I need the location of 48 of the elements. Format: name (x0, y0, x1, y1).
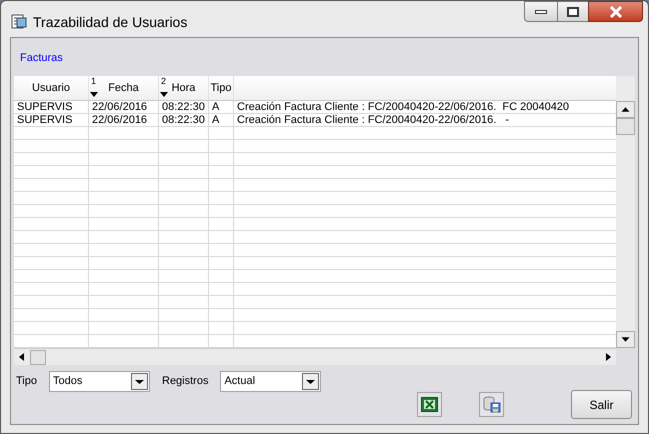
maximize-button[interactable] (558, 1, 588, 22)
dropdown-value: Todos (53, 374, 84, 390)
scroll-thumb[interactable] (616, 118, 635, 135)
sort-order: 2 (161, 77, 166, 86)
database-save-icon (482, 396, 500, 413)
table-cell: 08:22:30 (159, 101, 209, 113)
maximize-icon (567, 6, 579, 16)
table-cell: 08:22:30 (159, 114, 209, 126)
table-cell: 22/06/2016 (89, 114, 159, 126)
dropdown[interactable]: Actual (220, 371, 322, 392)
save-button[interactable] (479, 392, 504, 417)
sort-order: 1 (91, 77, 96, 86)
filter-label: Registros (162, 374, 208, 390)
vertical-scrollbar[interactable] (616, 76, 635, 348)
column-header[interactable]: Tipo (209, 76, 234, 100)
table-cell-text: Creación Factura Cliente : FC/20040420-22/06/2016. - (236, 114, 510, 126)
column-label: Tipo (210, 80, 232, 96)
column-label: Fecha (108, 80, 139, 96)
table-cell: SUPERVIS (14, 101, 89, 113)
dropdown-value: Actual (224, 374, 256, 390)
table-cell: A (209, 114, 234, 126)
app-icon (11, 13, 27, 29)
column-label: Hora (172, 80, 196, 96)
table-cell: A (209, 101, 234, 113)
scroll-down-icon (616, 331, 635, 348)
column-header[interactable]: 2 Hora (159, 76, 209, 100)
scroll-up-icon (616, 101, 635, 118)
minimize-button[interactable] (524, 1, 558, 22)
table-cell: 22/06/2016 (89, 101, 159, 113)
minimize-icon (535, 10, 547, 14)
sort-arrow-icon (90, 92, 98, 97)
table-cell: SUPERVIS (14, 114, 89, 126)
scroll-thumb[interactable] (30, 350, 46, 364)
section-label: Facturas (20, 52, 64, 65)
sort-arrow-icon (160, 92, 168, 97)
spreadsheet-icon (421, 397, 438, 412)
close-button[interactable] (588, 1, 643, 22)
excel-export-button[interactable] (417, 392, 442, 417)
table-cell-text: Creación Factura Cliente : FC/20040420-22/06/2016. FC 20040420 (236, 101, 570, 113)
filter-label: Tipo (16, 374, 37, 390)
column-label: Usuario (32, 80, 70, 96)
window-title: Trazabilidad de Usuarios (33, 13, 188, 32)
column-header[interactable]: Usuario (14, 76, 89, 100)
horizontal-scrollbar[interactable] (14, 348, 616, 365)
dropdown[interactable]: Todos (49, 371, 150, 392)
column-header[interactable]: 1 Fecha (89, 76, 159, 100)
close-icon (608, 6, 622, 18)
exit-button[interactable]: Salir (571, 390, 632, 419)
